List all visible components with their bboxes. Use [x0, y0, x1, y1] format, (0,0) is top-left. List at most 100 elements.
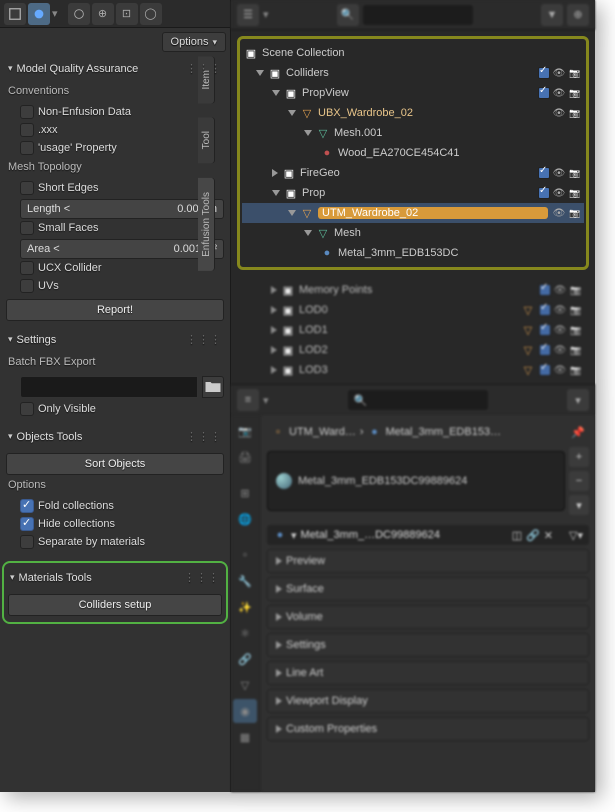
- uvs-check[interactable]: [20, 279, 34, 293]
- material-slot[interactable]: Metal_3mm_EDB153DC99889624: [267, 451, 565, 511]
- tab-enfusion[interactable]: Enfusion Tools: [198, 178, 215, 271]
- ucx-check[interactable]: [20, 261, 34, 275]
- exclude-toggle[interactable]: [538, 167, 550, 179]
- crumb-obj[interactable]: UTM_Ward…: [289, 426, 356, 438]
- render-toggle[interactable]: [568, 66, 582, 80]
- visibility-toggle[interactable]: [552, 66, 566, 80]
- colliders-setup-button[interactable]: Colliders setup: [8, 594, 222, 616]
- render-toggle[interactable]: [568, 186, 582, 200]
- ol-ubx[interactable]: ▽ UBX_Wardrobe_02: [242, 103, 584, 123]
- tab-constraints[interactable]: 🔗: [233, 647, 257, 671]
- render-toggle[interactable]: [568, 86, 582, 100]
- editor-type-icon[interactable]: [4, 3, 26, 25]
- filter-icon[interactable]: ▼: [541, 4, 563, 26]
- material-name-field[interactable]: Metal_3mm_…DC99889624: [301, 529, 508, 541]
- panel-lineart[interactable]: Line Art: [267, 661, 589, 685]
- section-objects-header[interactable]: ▾Objects Tools⋮⋮⋮: [6, 424, 224, 449]
- tab-material[interactable]: ◉: [233, 699, 257, 723]
- usage-check[interactable]: [20, 141, 34, 155]
- ol-mesh[interactable]: ▽ Mesh: [242, 223, 584, 243]
- short-edges-check[interactable]: [20, 181, 34, 195]
- search-icon[interactable]: 🔍: [354, 394, 368, 407]
- tab-physics[interactable]: ⚛: [233, 621, 257, 645]
- slot-remove-button[interactable]: −: [569, 471, 589, 491]
- ol-propview[interactable]: ▣ PropView: [242, 83, 584, 103]
- panel-settings[interactable]: Settings: [267, 633, 589, 657]
- pin-icon[interactable]: 📌: [571, 426, 585, 439]
- tab-world[interactable]: 🌐: [233, 507, 257, 531]
- exclude-toggle[interactable]: [538, 67, 550, 79]
- ol-firegeo[interactable]: ▣ FireGeo: [242, 163, 584, 183]
- non-enfusion-check[interactable]: [20, 105, 34, 119]
- exclude-toggle[interactable]: [538, 187, 550, 199]
- props-editor-icon[interactable]: ≡: [237, 389, 259, 411]
- pivot-icon[interactable]: ⊕: [92, 3, 114, 25]
- shading-icon[interactable]: [28, 3, 50, 25]
- separate-check[interactable]: [20, 535, 34, 549]
- tab-tool[interactable]: Tool: [198, 117, 215, 163]
- search-input[interactable]: [363, 5, 473, 25]
- ol-lod1[interactable]: ▣LOD1▽: [241, 320, 585, 340]
- ol-utm[interactable]: ▽ UTM_Wardrobe_02: [242, 203, 584, 223]
- panel-viewport[interactable]: Viewport Display: [267, 689, 589, 713]
- fbx-path-input[interactable]: [20, 376, 198, 398]
- panel-volume[interactable]: Volume: [267, 605, 589, 629]
- exclude-toggle[interactable]: [538, 87, 550, 99]
- hide-check[interactable]: [20, 517, 34, 531]
- render-toggle[interactable]: [568, 106, 582, 120]
- panel-surface[interactable]: Surface: [267, 577, 589, 601]
- ol-colliders[interactable]: ▣ Colliders: [242, 63, 584, 83]
- xxx-check[interactable]: [20, 123, 34, 137]
- report-button[interactable]: Report!: [6, 299, 224, 321]
- tab-render[interactable]: 📷: [233, 419, 257, 443]
- ol-wood-mat[interactable]: ● Wood_EA270CE454C41: [242, 143, 584, 163]
- ol-memory-points[interactable]: ▣Memory Points: [241, 280, 585, 300]
- render-toggle[interactable]: [568, 166, 582, 180]
- panel-preview[interactable]: Preview: [267, 549, 589, 573]
- ol-metal-mat[interactable]: ● Metal_3mm_EDB153DC: [242, 243, 584, 263]
- visibility-toggle[interactable]: [552, 166, 566, 180]
- section-mqa-header[interactable]: ▾ Model Quality Assurance ⋮⋮⋮: [6, 56, 224, 81]
- slot-menu-button[interactable]: ▾: [569, 495, 589, 515]
- ol-lod2[interactable]: ▣LOD2▽: [241, 340, 585, 360]
- tab-modifier[interactable]: 🔧: [233, 569, 257, 593]
- panel-custom[interactable]: Custom Properties: [267, 717, 589, 741]
- link-icon[interactable]: 🔗: [526, 529, 540, 542]
- ol-lod3[interactable]: ▣LOD3▽: [241, 360, 585, 380]
- visibility-toggle[interactable]: [552, 106, 566, 120]
- visibility-toggle[interactable]: [552, 86, 566, 100]
- ol-mesh001[interactable]: ▽ Mesh.001: [242, 123, 584, 143]
- length-field[interactable]: Length <0.001 m: [20, 199, 224, 219]
- tab-output[interactable]: 🖨: [233, 445, 257, 469]
- options-button[interactable]: Options ▾: [162, 32, 226, 52]
- small-faces-check[interactable]: [20, 221, 34, 235]
- unlink-icon[interactable]: ✕: [544, 529, 553, 542]
- fake-user-icon[interactable]: ◫: [512, 529, 522, 542]
- ol-prop[interactable]: ▣ Prop: [242, 183, 584, 203]
- tab-data[interactable]: ▽: [233, 673, 257, 697]
- visibility-toggle[interactable]: [552, 186, 566, 200]
- ol-scene-collection[interactable]: ▣ Scene Collection: [242, 43, 584, 63]
- tab-object[interactable]: ▫: [233, 543, 257, 567]
- only-visible-check[interactable]: [20, 402, 34, 416]
- crumb-mat[interactable]: Metal_3mm_EDB153…: [386, 426, 502, 438]
- slot-add-button[interactable]: +: [569, 447, 589, 467]
- tab-particles[interactable]: ✨: [233, 595, 257, 619]
- tab-scene[interactable]: ⊞: [233, 481, 257, 505]
- search-icon[interactable]: 🔍: [337, 4, 359, 26]
- new-collection-icon[interactable]: ⊕: [567, 4, 589, 26]
- sort-objects-button[interactable]: Sort Objects: [6, 453, 224, 475]
- orientation-icon[interactable]: [68, 3, 90, 25]
- nodes-icon[interactable]: ▽▾: [569, 529, 583, 542]
- area-field[interactable]: Area <0.001 m²: [20, 239, 224, 259]
- fold-check[interactable]: [20, 499, 34, 513]
- proportional-icon[interactable]: ◯: [140, 3, 162, 25]
- section-settings-header[interactable]: ▾Settings⋮⋮⋮: [6, 327, 224, 352]
- section-materials-header[interactable]: ▾Materials Tools⋮⋮⋮: [8, 565, 222, 590]
- ol-lod0[interactable]: ▣LOD0▽: [241, 300, 585, 320]
- folder-button[interactable]: [202, 376, 224, 398]
- snap-icon[interactable]: ⊡: [116, 3, 138, 25]
- visibility-toggle[interactable]: [552, 206, 566, 220]
- render-toggle[interactable]: [568, 206, 582, 220]
- outliner-editor-icon[interactable]: ☰: [237, 4, 259, 26]
